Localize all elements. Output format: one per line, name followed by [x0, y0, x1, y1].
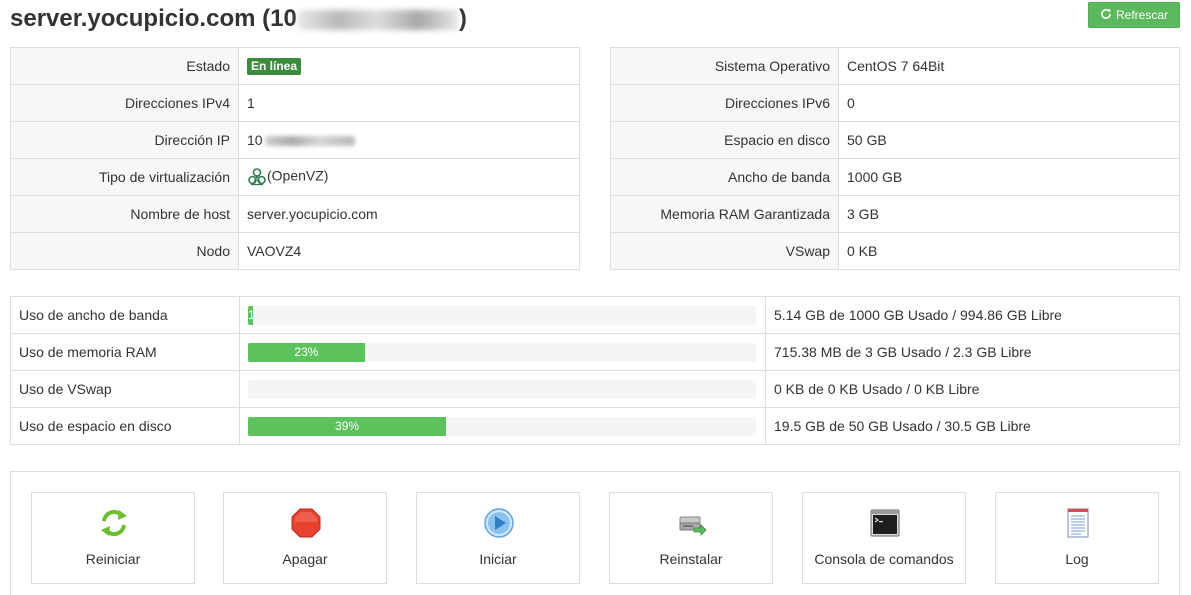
info-value: 50 GB: [838, 121, 1180, 159]
usage-progress-bar: 0%: [248, 379, 756, 399]
info-row-os: Sistema Operativo CentOS 7 64Bit: [610, 47, 1180, 85]
usage-progress-fill: 39%: [248, 416, 447, 436]
info-value: VAOVZ4: [238, 232, 580, 270]
usage-row-ram: Uso de memoria RAM 23% 715.38 MB de 3 GB…: [10, 333, 1180, 371]
usage-detail: 5.14 GB de 1000 GB Usado / 994.86 GB Lib…: [765, 296, 1180, 334]
info-label: Direcciones IPv6: [610, 84, 839, 122]
page-title-prefix: server.yocupicio.com (10: [10, 5, 297, 32]
log-icon: [1062, 507, 1094, 539]
info-row-status: Estado En línea: [10, 47, 580, 85]
info-value: CentOS 7 64Bit: [838, 47, 1180, 85]
info-label: Ancho de banda: [610, 158, 839, 196]
usage-row-bandwidth: Uso de ancho de banda 1% 5.14 GB de 1000…: [10, 296, 1180, 334]
ip-value: 10: [247, 132, 263, 148]
play-icon: [483, 507, 515, 539]
usage-progress-fill: 1%: [248, 305, 254, 325]
info-label: Estado: [10, 47, 239, 85]
reboot-icon: [98, 507, 130, 539]
console-button-label: Consola de comandos: [814, 551, 954, 567]
info-label: Nodo: [10, 232, 239, 270]
refresh-icon: [1100, 8, 1112, 23]
info-label: Dirección IP: [10, 121, 239, 159]
info-row-hostname: Nombre de host server.yocupicio.com: [10, 195, 580, 233]
virtualization-value: (OpenVZ): [267, 167, 329, 184]
console-icon: [869, 507, 901, 539]
shutdown-button[interactable]: Apagar: [223, 492, 387, 584]
status-badge: En línea: [247, 58, 302, 75]
usage-label: Uso de VSwap: [10, 370, 240, 408]
usage-detail: 715.38 MB de 3 GB Usado / 2.3 GB Libre: [765, 333, 1180, 371]
usage-progress-bar: 23%: [248, 342, 756, 362]
info-label: Sistema Operativo: [610, 47, 839, 85]
server-actions-panel: Reiniciar Apagar Iniciar Reinstalar Cons…: [10, 471, 1180, 595]
shutdown-button-label: Apagar: [282, 551, 328, 567]
info-value: 1: [238, 84, 580, 122]
info-label: VSwap: [610, 232, 839, 270]
refresh-button-label: Refrescar: [1115, 8, 1168, 22]
start-button[interactable]: Iniciar: [416, 492, 580, 584]
usage-row-vswap: Uso de VSwap 0% 0 KB de 0 KB Usado / 0 K…: [10, 370, 1180, 408]
usage-detail: 0 KB de 0 KB Usado / 0 KB Libre: [765, 370, 1180, 408]
info-label: Nombre de host: [10, 195, 239, 233]
info-row-node: Nodo VAOVZ4: [10, 232, 580, 270]
info-row-ip: Dirección IP 10: [10, 121, 580, 159]
reinstall-button-label: Reinstalar: [659, 551, 723, 567]
usage-label: Uso de ancho de banda: [10, 296, 240, 334]
server-info-table-right: Sistema Operativo CentOS 7 64Bit Direcci…: [610, 47, 1180, 270]
info-label: Direcciones IPv4: [10, 84, 239, 122]
resource-usage-table: Uso de ancho de banda 1% 5.14 GB de 1000…: [10, 296, 1180, 445]
start-button-label: Iniciar: [479, 551, 517, 567]
log-button[interactable]: Log: [995, 492, 1159, 584]
reinstall-button[interactable]: Reinstalar: [609, 492, 773, 584]
info-value: 1000 GB: [838, 158, 1180, 196]
info-row-ipv6: Direcciones IPv6 0: [610, 84, 1180, 122]
server-info-table-left: Estado En línea Direcciones IPv4 1 Direc…: [10, 47, 580, 270]
info-row-ram: Memoria RAM Garantizada 3 GB: [610, 195, 1180, 233]
log-button-label: Log: [1065, 551, 1089, 567]
info-row-vswap: VSwap 0 KB: [610, 232, 1180, 270]
info-value: server.yocupicio.com: [238, 195, 580, 233]
page-title: server.yocupicio.com (10): [10, 4, 467, 34]
console-button[interactable]: Consola de comandos: [802, 492, 966, 584]
info-value: 3 GB: [838, 195, 1180, 233]
info-row-ipv4: Direcciones IPv4 1: [10, 84, 580, 122]
openvz-logo-icon: [247, 167, 267, 187]
info-row-virtualization: Tipo de virtualización (OpenVZ): [10, 158, 580, 196]
reboot-button[interactable]: Reiniciar: [31, 492, 195, 584]
usage-progress-bar: 39%: [248, 416, 756, 436]
usage-label: Uso de memoria RAM: [10, 333, 240, 371]
info-value: 0: [838, 84, 1180, 122]
info-label: Tipo de virtualización: [10, 158, 239, 196]
reinstall-icon: [676, 507, 708, 539]
usage-detail: 19.5 GB de 50 GB Usado / 30.5 GB Libre: [765, 407, 1180, 445]
refresh-button[interactable]: Refrescar: [1088, 2, 1180, 28]
stop-icon: [290, 507, 322, 539]
redacted-ip-blur: [264, 136, 355, 147]
usage-label: Uso de espacio en disco: [10, 407, 240, 445]
usage-progress-fill: 23%: [248, 342, 365, 362]
reboot-button-label: Reiniciar: [85, 551, 141, 567]
info-row-bandwidth: Ancho de banda 1000 GB: [610, 158, 1180, 196]
info-label: Memoria RAM Garantizada: [610, 195, 839, 233]
redacted-ip-blur: [297, 9, 458, 30]
usage-progress-bar: 1%: [248, 305, 756, 325]
usage-row-disk: Uso de espacio en disco 39% 19.5 GB de 5…: [10, 407, 1180, 445]
info-row-disk: Espacio en disco 50 GB: [610, 121, 1180, 159]
info-value: 0 KB: [838, 232, 1180, 270]
page-title-suffix: ): [458, 5, 467, 32]
info-label: Espacio en disco: [610, 121, 839, 159]
usage-percent-label: 0%: [250, 382, 266, 395]
